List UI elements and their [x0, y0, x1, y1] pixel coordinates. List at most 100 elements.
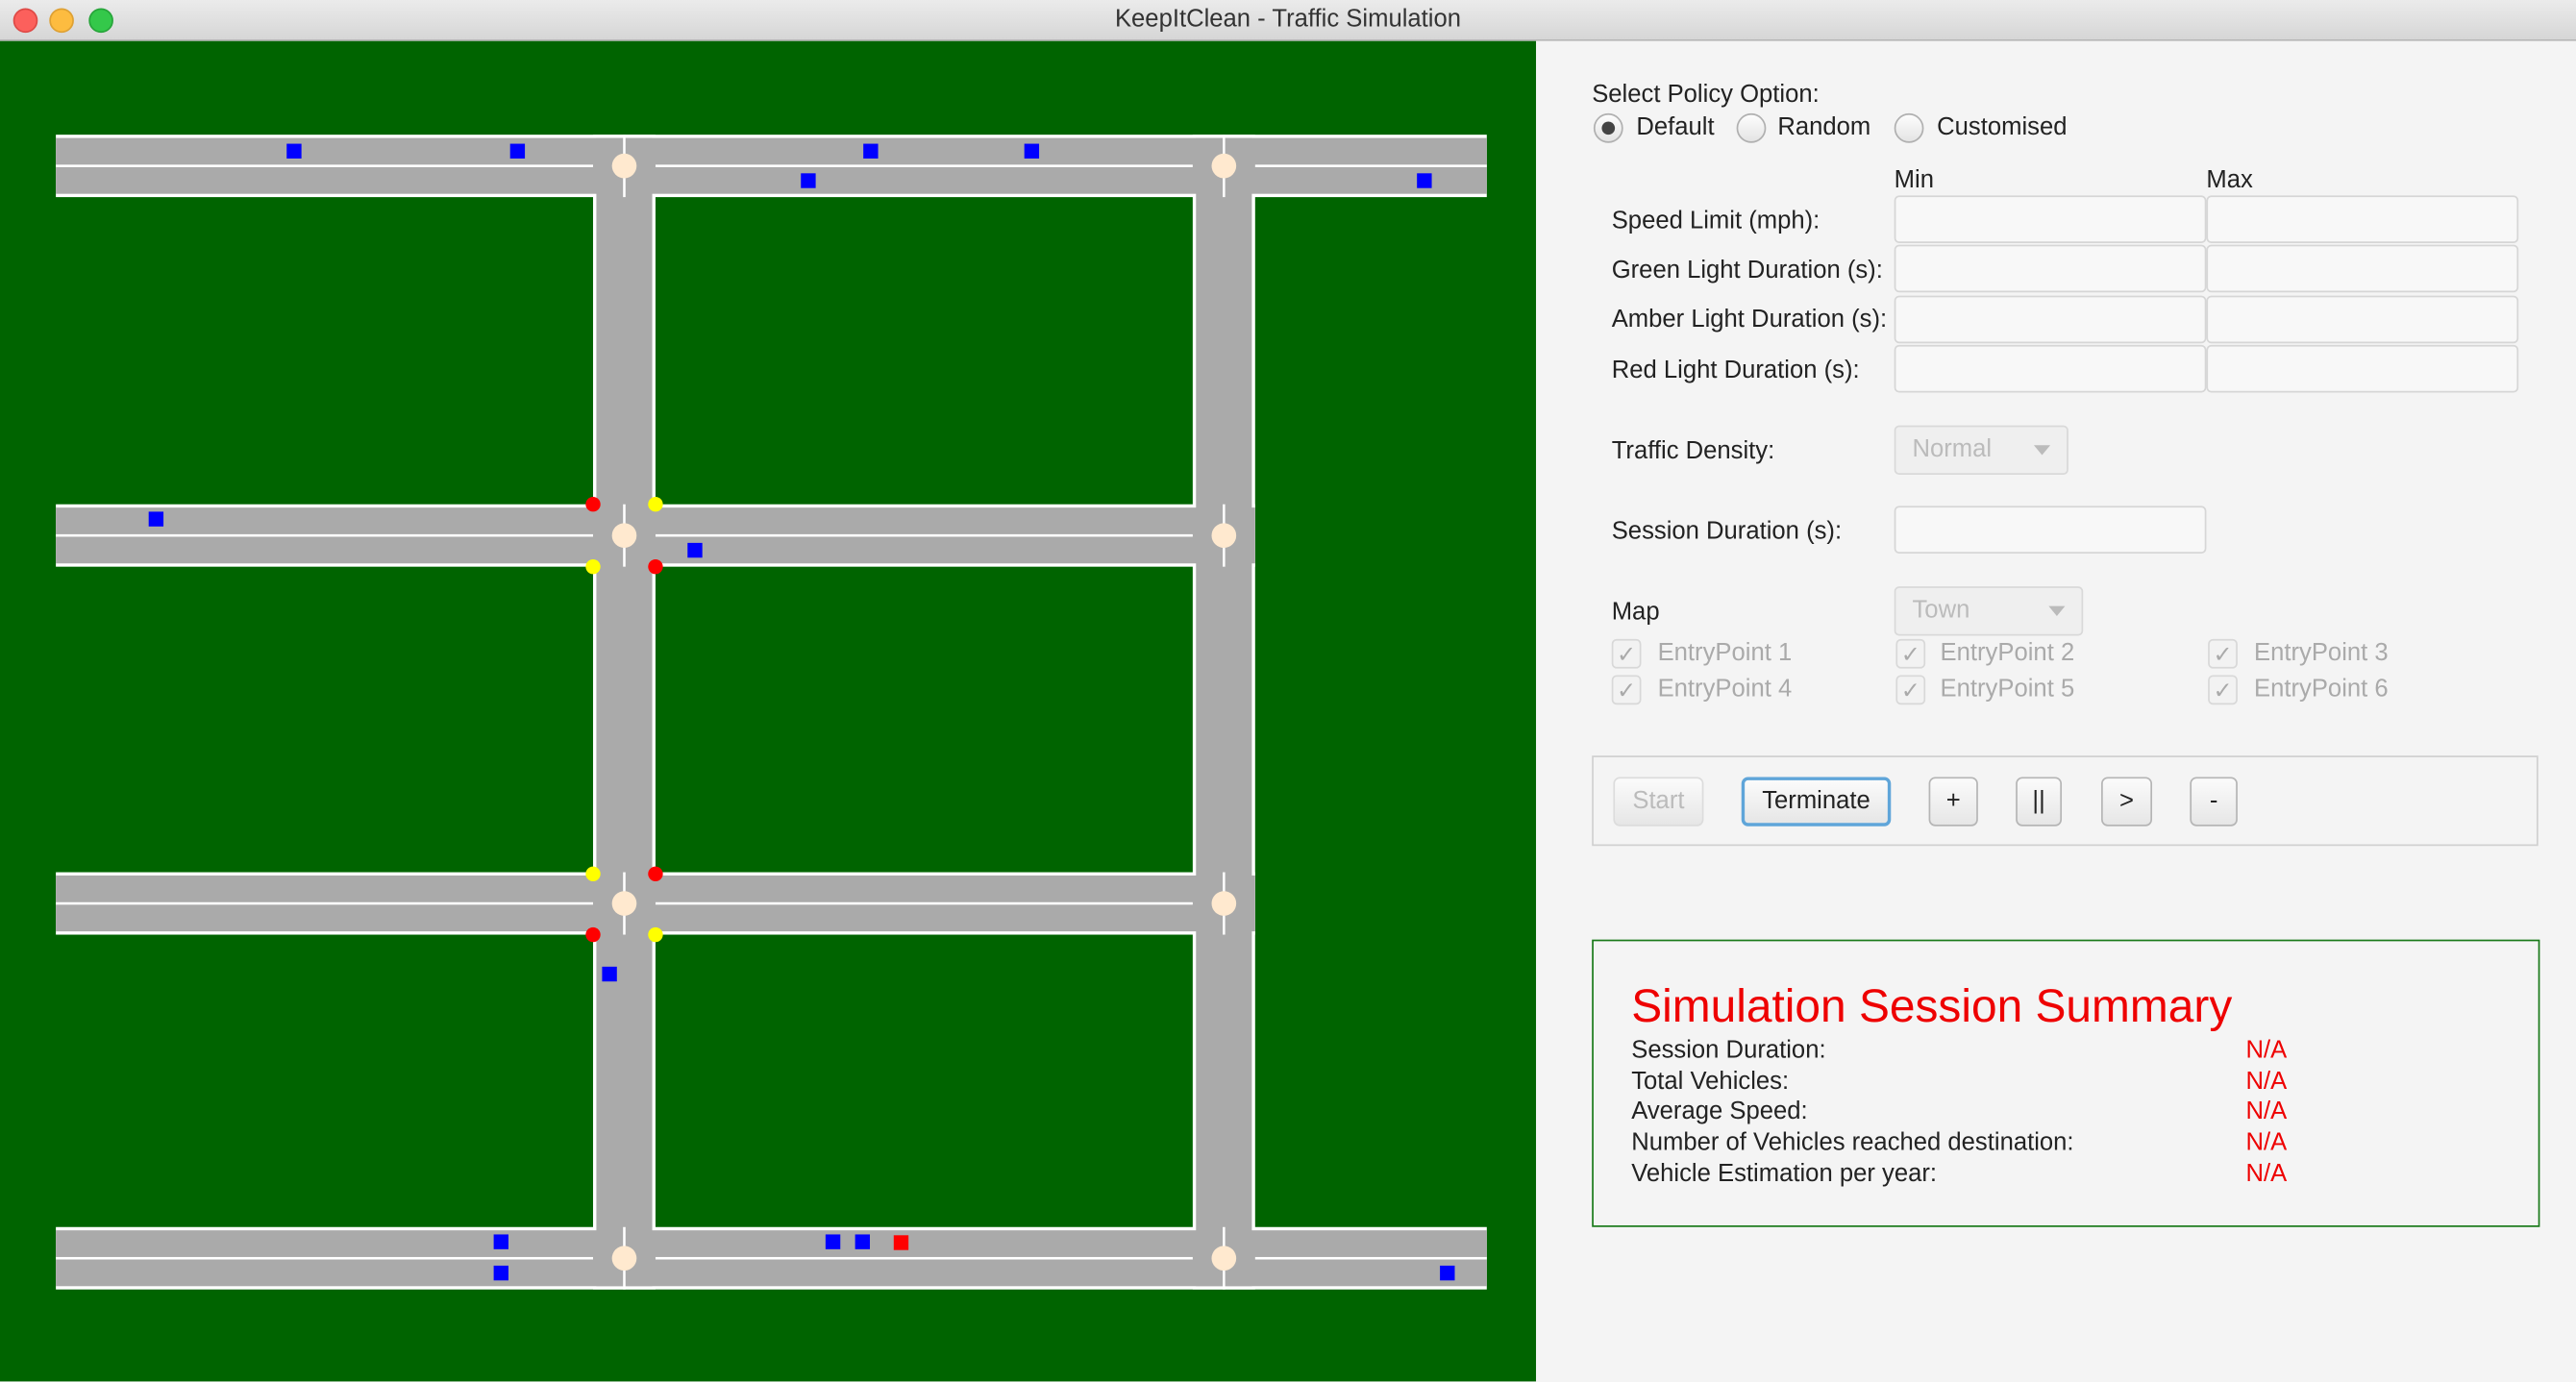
checkbox-label: EntryPoint 4	[1657, 675, 1793, 703]
traffic-light-red	[585, 926, 601, 943]
lane-divider	[56, 1256, 594, 1260]
checkbox-label: EntryPoint 5	[1940, 675, 2075, 703]
checkmark-icon[interactable]: ✓	[2208, 638, 2238, 669]
speed-limit-max-input[interactable]	[2206, 195, 2519, 243]
vehicle	[509, 143, 526, 159]
checkmark-icon[interactable]: ✓	[1895, 675, 1926, 705]
control-panel: Select Policy Option: Default Random Cus…	[1536, 40, 2576, 1382]
session-duration-input[interactable]	[1894, 506, 2207, 554]
traffic-density-select[interactable]: Normal	[1894, 425, 2068, 475]
terminate-button[interactable]: Terminate	[1741, 777, 1892, 827]
play-button[interactable]: >	[2101, 777, 2153, 827]
red-light-min-input[interactable]	[1894, 344, 2207, 393]
radio-label: Customised	[1937, 112, 2068, 141]
max-header: Max	[2206, 165, 2253, 194]
junction-marker	[611, 1246, 637, 1271]
vehicle	[1440, 1265, 1455, 1281]
vehicle	[148, 511, 164, 527]
chevron-down-icon	[2033, 445, 2051, 456]
summary-label: Number of Vehicles reached destination:	[1631, 1128, 2074, 1157]
min-header: Min	[1894, 165, 1934, 194]
simulation-controls: Start Terminate + || > -	[1592, 755, 2539, 847]
amber-light-label: Amber Light Duration (s):	[1611, 305, 1888, 333]
lane-divider	[655, 901, 1193, 905]
amber-light-min-input[interactable]	[1894, 295, 2207, 344]
lane-divider	[655, 164, 1193, 167]
radio-icon[interactable]	[1593, 112, 1623, 143]
map-label: Map	[1611, 598, 1660, 627]
vehicle	[801, 173, 816, 188]
radio-icon[interactable]	[1894, 112, 1924, 143]
checkbox-label: EntryPoint 6	[2253, 675, 2389, 703]
summary-value: N/A	[2245, 1067, 2288, 1097]
session-summary-panel: Simulation Session Summary Session Durat…	[1592, 939, 2540, 1227]
slow-down-button[interactable]: -	[2190, 777, 2238, 827]
traffic-density-label: Traffic Density:	[1611, 436, 1775, 465]
pause-button[interactable]: ||	[2016, 777, 2063, 827]
amber-light-max-input[interactable]	[2206, 295, 2519, 344]
speed-limit-min-input[interactable]	[1894, 195, 2207, 243]
red-light-max-input[interactable]	[2206, 344, 2519, 393]
summary-label: Session Duration:	[1631, 1036, 1826, 1065]
junction-marker	[1211, 523, 1237, 549]
vehicle	[493, 1265, 508, 1281]
checkbox-label: EntryPoint 3	[2253, 638, 2389, 667]
chevron-down-icon	[2048, 605, 2066, 616]
vertical-road	[596, 137, 653, 1287]
traffic-light-red	[648, 866, 663, 881]
vehicle	[863, 143, 879, 159]
map-select[interactable]: Town	[1894, 586, 2084, 636]
summary-value: N/A	[2245, 1036, 2288, 1065]
vertical-road	[1196, 137, 1252, 1287]
traffic-light-red	[585, 497, 601, 512]
vehicle	[855, 1234, 871, 1249]
summary-label: Average Speed:	[1631, 1097, 1808, 1125]
summary-value: N/A	[2245, 1159, 2288, 1188]
traffic-density-value: Normal	[1912, 434, 1993, 463]
vehicle	[602, 966, 617, 982]
traffic-light-red	[648, 558, 663, 575]
junction-marker	[1211, 1246, 1237, 1271]
lane-divider	[56, 533, 594, 537]
policy-label: Select Policy Option:	[1592, 80, 1820, 109]
summary-value: N/A	[2245, 1128, 2288, 1157]
lane-divider	[655, 1256, 1193, 1260]
junction-marker	[611, 891, 637, 916]
lane-divider	[1254, 164, 1487, 167]
traffic-light-yellow	[585, 558, 601, 575]
checkmark-icon[interactable]: ✓	[2208, 675, 2238, 705]
vehicle	[1024, 143, 1040, 159]
checkbox-label: EntryPoint 1	[1657, 638, 1793, 667]
vehicle	[493, 1234, 508, 1249]
road-network	[56, 135, 1487, 1290]
summary-value: N/A	[2245, 1097, 2288, 1125]
speed-limit-label: Speed Limit (mph):	[1611, 207, 1821, 235]
summary-title: Simulation Session Summary	[1631, 980, 2233, 1032]
red-light-label: Red Light Duration (s):	[1611, 356, 1860, 384]
traffic-light-yellow	[648, 926, 663, 943]
vehicle	[825, 1234, 841, 1249]
summary-label: Total Vehicles:	[1631, 1067, 1790, 1097]
checkmark-icon[interactable]: ✓	[1611, 675, 1642, 705]
radio-icon[interactable]	[1736, 112, 1767, 143]
checkmark-icon[interactable]: ✓	[1895, 638, 1926, 669]
vehicle	[893, 1235, 909, 1250]
lane-divider	[655, 533, 1193, 537]
green-light-min-input[interactable]	[1894, 244, 2207, 293]
checkmark-icon[interactable]: ✓	[1611, 638, 1642, 669]
vehicle	[687, 542, 703, 558]
vehicle	[286, 143, 302, 159]
traffic-light-yellow	[648, 497, 663, 512]
speed-up-button[interactable]: +	[1928, 777, 1978, 827]
green-light-label: Green Light Duration (s):	[1611, 256, 1883, 284]
start-button[interactable]: Start	[1613, 777, 1704, 827]
map-value: Town	[1912, 596, 1970, 625]
lane-divider	[1254, 1256, 1487, 1260]
vehicle	[1417, 173, 1432, 188]
radio-label: Default	[1636, 112, 1715, 141]
green-light-max-input[interactable]	[2206, 244, 2519, 293]
checkbox-label: EntryPoint 2	[1940, 638, 2075, 667]
session-duration-label: Session Duration (s):	[1611, 517, 1843, 546]
lane-divider	[56, 164, 594, 167]
traffic-light-yellow	[585, 866, 601, 881]
